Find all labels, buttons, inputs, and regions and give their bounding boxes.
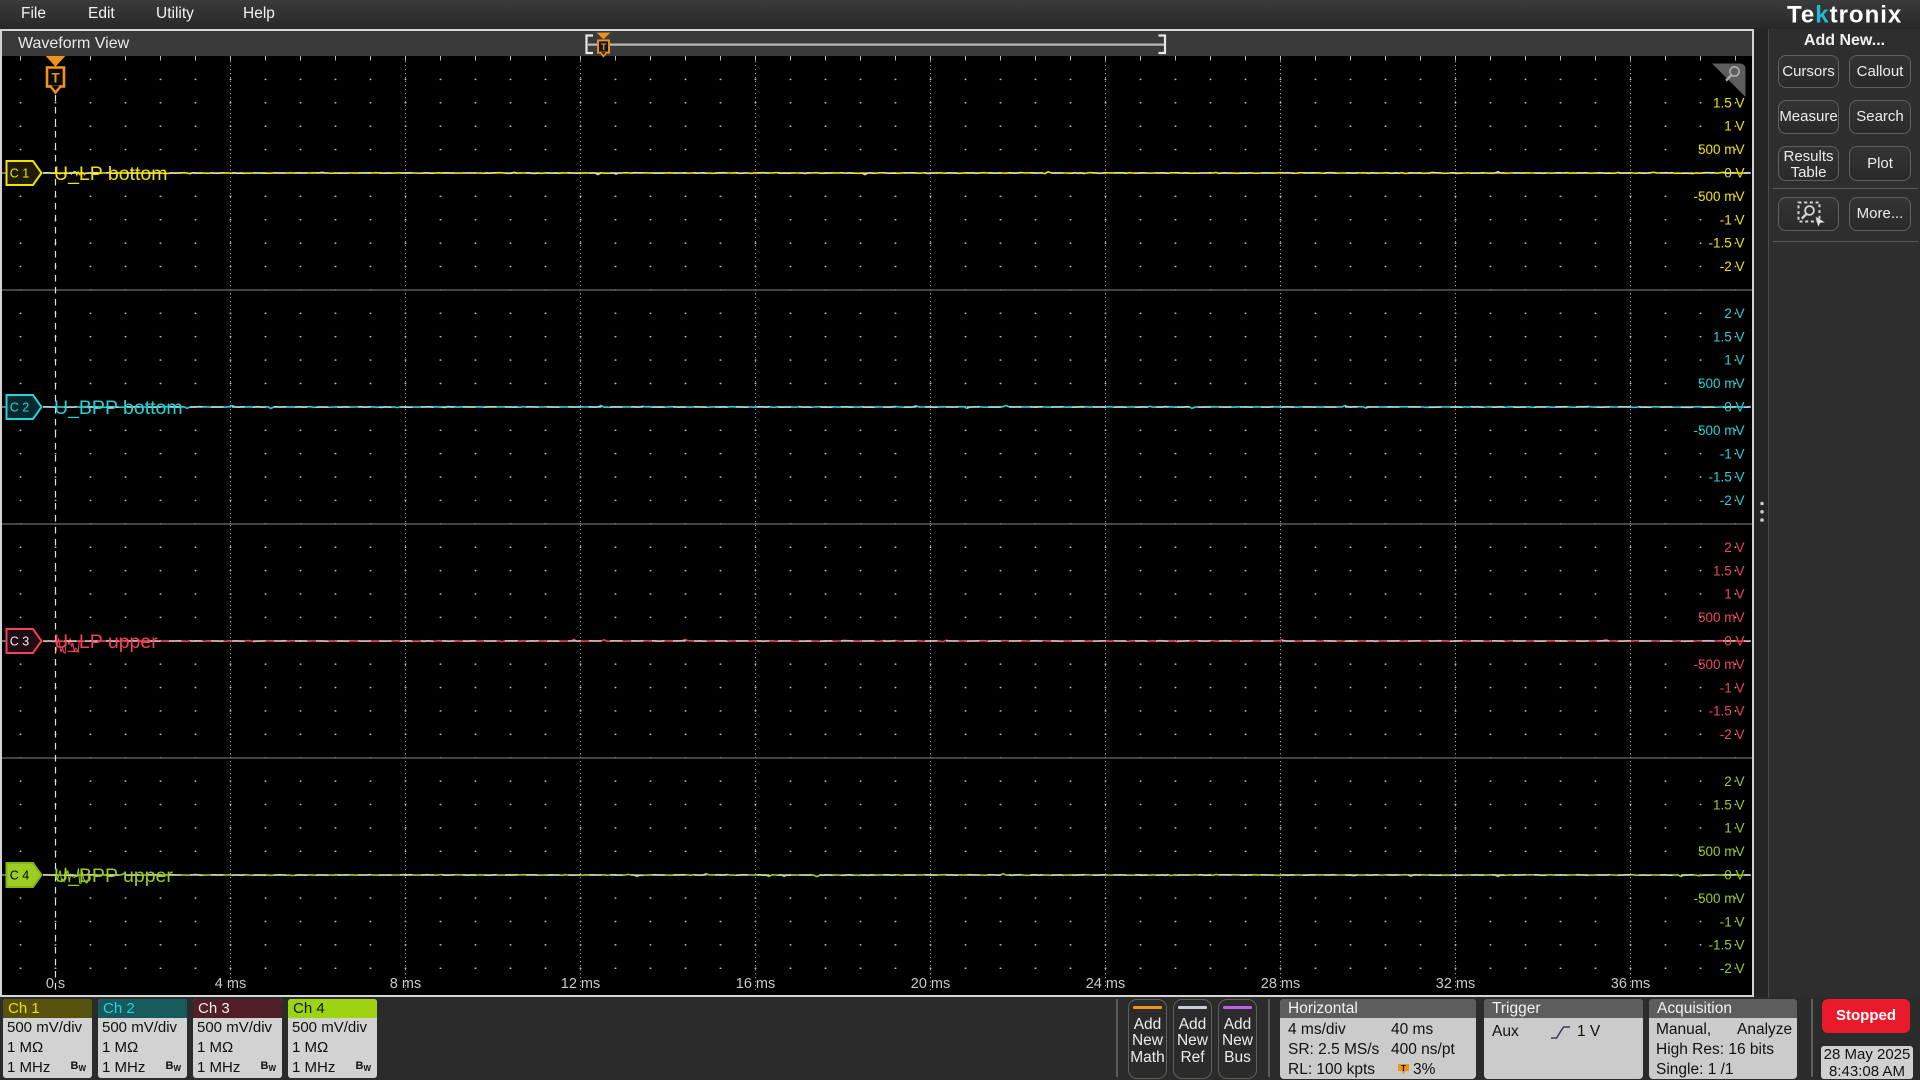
svg-text:-1 V: -1 V [1720,212,1745,227]
svg-text:1 V: 1 V [1724,119,1744,134]
svg-text:500 mV: 500 mV [1698,610,1745,625]
svg-text:-1.5 V: -1.5 V [1708,470,1744,485]
svg-text:0 V: 0 V [1724,868,1744,883]
svg-text:C 4: C 4 [10,869,30,883]
svg-text:C 3: C 3 [10,635,30,649]
svg-text:16 ms: 16 ms [736,976,776,992]
svg-text:4 ms: 4 ms [215,976,246,992]
svg-text:28 ms: 28 ms [1261,976,1301,992]
svg-text:0 V: 0 V [1724,400,1744,415]
svg-text:-500 mV: -500 mV [1693,657,1744,672]
svg-text:U_LP bottom: U_LP bottom [54,163,167,185]
svg-text:U_BPP upper: U_BPP upper [54,865,173,887]
svg-text:1 V: 1 V [1724,821,1744,836]
svg-text:8 ms: 8 ms [390,976,421,992]
svg-text:1.5 V: 1.5 V [1713,563,1745,578]
svg-text:500 mV: 500 mV [1698,142,1745,157]
svg-text:36 ms: 36 ms [1611,976,1651,992]
svg-text:-2 V: -2 V [1720,493,1745,508]
svg-text:-1 V: -1 V [1720,914,1745,929]
svg-text:12 ms: 12 ms [561,976,601,992]
svg-text:20 ms: 20 ms [911,976,951,992]
svg-text:2 V: 2 V [1724,774,1744,789]
svg-text:-1 V: -1 V [1720,446,1745,461]
svg-text:-1 V: -1 V [1720,680,1745,695]
svg-text:-2 V: -2 V [1720,727,1745,742]
svg-text:T: T [51,71,60,86]
svg-text:Tektronix: Tektronix [1787,2,1902,29]
svg-text:T: T [1401,1064,1406,1073]
svg-text:-500 mV: -500 mV [1693,189,1744,204]
svg-text:500 mV: 500 mV [1698,376,1745,391]
svg-text:-2 V: -2 V [1720,961,1745,976]
svg-text:1.5 V: 1.5 V [1713,329,1745,344]
svg-text:0 s: 0 s [46,976,65,992]
svg-text:2 V: 2 V [1724,306,1744,321]
svg-text:1 V: 1 V [1724,353,1744,368]
svg-text:1 V: 1 V [1724,587,1744,602]
svg-text:32 ms: 32 ms [1436,976,1476,992]
svg-text:T: T [601,42,607,52]
svg-text:-500 mV: -500 mV [1693,423,1744,438]
svg-text:U_LP upper: U_LP upper [54,631,158,653]
svg-text:1.5 V: 1.5 V [1713,95,1745,110]
svg-text:-1.5 V: -1.5 V [1708,704,1744,719]
svg-text:-1.5 V: -1.5 V [1708,938,1744,953]
svg-text:C 1: C 1 [10,167,30,181]
svg-text:0 V: 0 V [1724,166,1744,181]
svg-text:1.5 V: 1.5 V [1713,797,1745,812]
svg-text:-500 mV: -500 mV [1693,891,1744,906]
svg-text:0 V: 0 V [1724,634,1744,649]
svg-text:2 V: 2 V [1724,540,1744,555]
svg-text:500 mV: 500 mV [1698,844,1745,859]
svg-text:-1.5 V: -1.5 V [1708,236,1744,251]
svg-text:24 ms: 24 ms [1086,976,1126,992]
svg-text:C 2: C 2 [10,401,30,415]
svg-text:-2 V: -2 V [1720,259,1745,274]
svg-text:U_BPP bottom: U_BPP bottom [54,397,183,419]
